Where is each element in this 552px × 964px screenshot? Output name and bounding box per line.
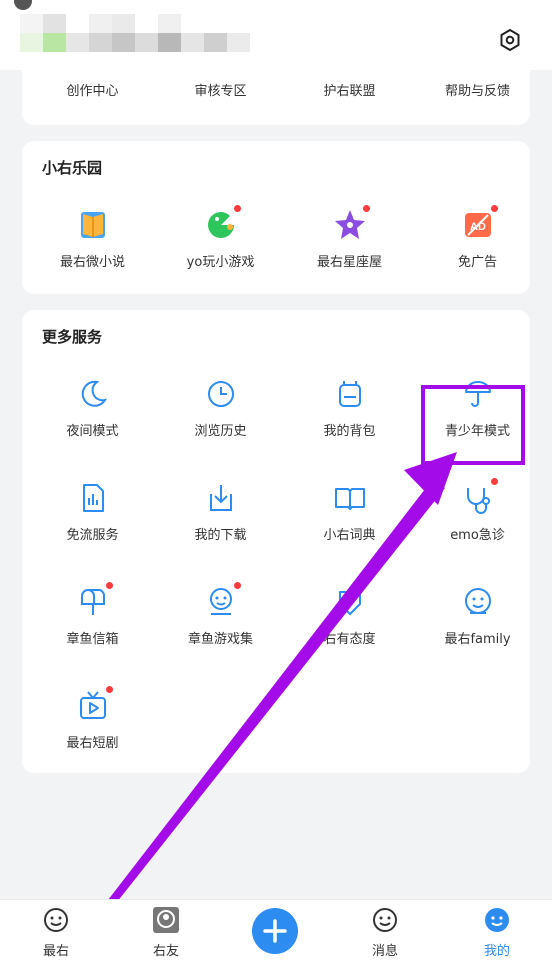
review-zone-label: 审核专区 <box>194 84 247 99</box>
game-icon <box>203 205 241 243</box>
download-label: 我的下载 <box>194 528 247 543</box>
friends-icon <box>153 907 179 933</box>
tab-home[interactable]: 最右 <box>21 906 91 959</box>
mailbox-icon <box>75 582 113 620</box>
tab-friends-label: 右友 <box>152 944 179 959</box>
clock-icon <box>203 376 239 412</box>
history-item[interactable]: 浏览历史 <box>157 376 284 439</box>
stethoscope-icon <box>460 478 498 516</box>
book-icon <box>75 207 111 243</box>
playground-card: 小右乐园 最右微小说 yo玩小游戏 最右星座屋 AD 免广告 <box>22 141 530 294</box>
tab-profile[interactable]: 我的 <box>462 906 532 959</box>
help-feedback-item[interactable]: 帮助与反馈 <box>414 80 541 99</box>
attitude-icon <box>332 584 368 620</box>
profile-header <box>0 0 552 70</box>
short-drama-item[interactable]: 最右短剧 <box>29 686 156 751</box>
backpack-item[interactable]: 我的背包 <box>286 376 413 439</box>
game-collection-icon <box>203 582 241 620</box>
home-face-icon <box>44 908 68 932</box>
horoscope-label: 最右星座屋 <box>316 255 382 270</box>
help-feedback-label: 帮助与反馈 <box>444 84 510 99</box>
octopus-games-item[interactable]: 章鱼游戏集 <box>157 582 284 647</box>
emo-clinic-badge <box>490 478 498 485</box>
family-label: 最右family <box>444 632 511 647</box>
tab-profile-label: 我的 <box>483 944 510 959</box>
family-icon <box>460 584 496 620</box>
alliance-item[interactable]: 护右联盟 <box>286 80 413 99</box>
game-collection-badge <box>233 582 241 589</box>
profile-icon <box>485 908 509 932</box>
family-item[interactable]: 最右family <box>414 584 541 647</box>
tv-icon <box>75 686 113 724</box>
review-zone-item[interactable]: 审核专区 <box>157 80 284 99</box>
night-mode-item[interactable]: 夜间模式 <box>29 376 156 439</box>
data-free-item[interactable]: 免流服务 <box>29 480 156 543</box>
more-services-title: 更多服务 <box>42 328 103 346</box>
tab-messages-label: 消息 <box>371 944 398 959</box>
octopus-mailbox-label: 章鱼信箱 <box>66 632 119 647</box>
micro-novel-item[interactable]: 最右微小说 <box>29 207 156 270</box>
dictionary-icon <box>332 480 368 516</box>
bottom-nav: 最右 右友 消息 我的 <box>0 899 552 964</box>
night-mode-label: 夜间模式 <box>66 424 119 439</box>
attitude-item[interactable]: 右有态度 <box>286 584 413 647</box>
tab-friends[interactable]: 右友 <box>131 906 201 959</box>
settings-icon[interactable] <box>498 28 522 52</box>
download-item[interactable]: 我的下载 <box>157 480 284 543</box>
micro-novel-label: 最右微小说 <box>59 255 125 270</box>
octopus-games-label: 章鱼游戏集 <box>187 632 253 647</box>
data-free-icon <box>75 480 111 516</box>
dictionary-label: 小右词典 <box>323 528 376 543</box>
tab-home-label: 最右 <box>42 944 69 959</box>
star-icon <box>332 205 370 243</box>
backpack-label: 我的背包 <box>323 424 376 439</box>
plus-icon <box>263 919 287 943</box>
download-icon <box>203 480 239 516</box>
attitude-label: 右有态度 <box>323 632 376 647</box>
tv-badge <box>105 686 113 693</box>
ad-free-item[interactable]: AD 免广告 <box>414 205 541 270</box>
horoscope-item[interactable]: 最右星座屋 <box>286 205 413 270</box>
create-center-label: 创作中心 <box>66 84 119 99</box>
mailbox-badge <box>105 582 113 589</box>
emo-clinic-label: emo急诊 <box>450 528 505 543</box>
short-drama-label: 最右短剧 <box>66 736 119 751</box>
data-free-label: 免流服务 <box>66 528 119 543</box>
ad-free-badge <box>490 205 498 212</box>
creator-card: 创作中心 审核专区 护右联盟 帮助与反馈 <box>22 62 530 125</box>
backpack-icon <box>332 376 368 412</box>
mini-game-label: yo玩小游戏 <box>186 255 255 270</box>
blurred-username <box>20 14 250 52</box>
star-badge <box>362 205 370 212</box>
status-app-icon <box>14 0 32 10</box>
ad-free-icon: AD <box>460 205 498 243</box>
octopus-mailbox-item[interactable]: 章鱼信箱 <box>29 582 156 647</box>
teen-mode-highlight-box <box>421 385 525 465</box>
moon-icon <box>75 376 111 412</box>
game-badge <box>233 205 241 212</box>
create-center-item[interactable]: 创作中心 <box>29 80 156 99</box>
ad-free-label: 免广告 <box>457 255 497 270</box>
tab-messages[interactable]: 消息 <box>350 906 420 959</box>
playground-title: 小右乐园 <box>42 159 103 177</box>
alliance-label: 护右联盟 <box>323 84 376 99</box>
message-icon <box>373 908 397 932</box>
emo-clinic-item[interactable]: emo急诊 <box>414 478 541 543</box>
post-button[interactable] <box>252 908 298 954</box>
mini-game-item[interactable]: yo玩小游戏 <box>157 205 284 270</box>
more-services-card: 更多服务 夜间模式 浏览历史 我的背包 青少年模式 免流服务 我的下载 小右词典… <box>22 310 530 773</box>
dictionary-item[interactable]: 小右词典 <box>286 480 413 543</box>
history-label: 浏览历史 <box>194 424 247 439</box>
